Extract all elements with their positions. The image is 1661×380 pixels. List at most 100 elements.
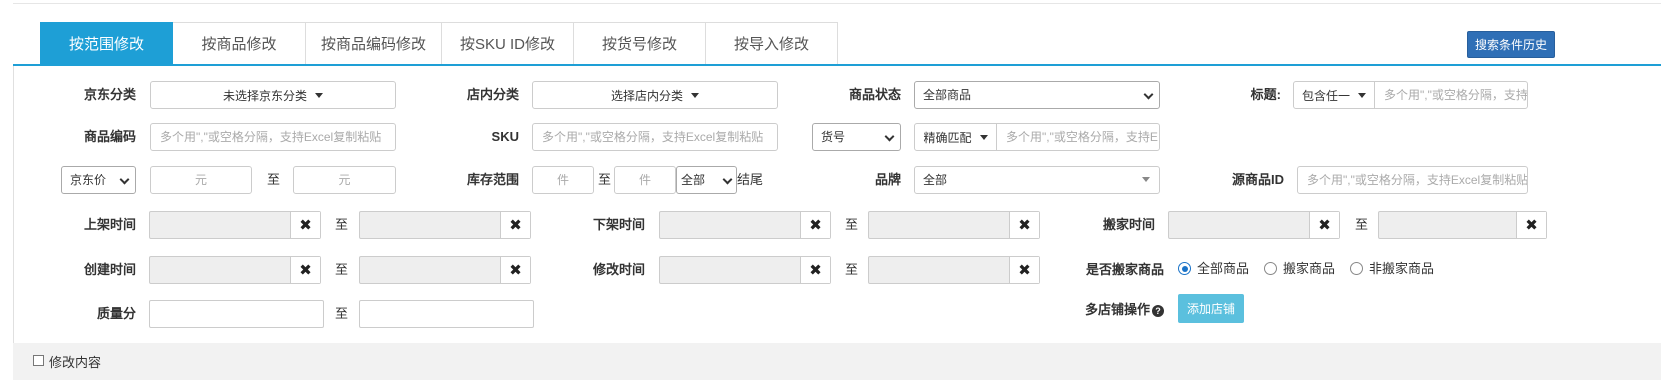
- tab-by-sku-id[interactable]: 按SKU ID修改: [442, 22, 574, 64]
- price-to-label: 至: [267, 172, 281, 187]
- caret-down-icon: [1358, 92, 1366, 98]
- created-time-to: 至: [335, 262, 349, 277]
- item-no-input[interactable]: 多个用","或空格分隔，支持E: [996, 123, 1160, 151]
- clear-icon[interactable]: ✖: [290, 257, 320, 283]
- delisted-time-label: 下架时间: [592, 217, 645, 232]
- brand-label: 品牌: [874, 172, 901, 187]
- chevron-down-icon: [119, 174, 130, 185]
- stock-range-label: 库存范围: [466, 172, 519, 187]
- radio-non-moved-products-label: 非搬家商品: [1369, 261, 1435, 276]
- title-label: 标题:: [1250, 87, 1281, 102]
- moved-time-end[interactable]: ✖: [1378, 211, 1547, 239]
- modified-time-start[interactable]: ✖: [659, 256, 831, 284]
- item-no-type-value: 货号: [821, 130, 846, 144]
- match-mode-dropdown[interactable]: 精确匹配: [914, 123, 997, 151]
- price-type-select[interactable]: 京东价: [61, 166, 136, 194]
- item-no-type-select[interactable]: 货号: [812, 123, 901, 151]
- title-input[interactable]: 多个用","或空格分隔，支持: [1374, 81, 1528, 109]
- created-time-label: 创建时间: [83, 262, 136, 277]
- caret-down-icon: [979, 134, 988, 140]
- tab-underline: [13, 64, 1661, 66]
- clear-icon[interactable]: ✖: [290, 212, 320, 238]
- clear-icon[interactable]: ✖: [1309, 212, 1339, 238]
- price-max-input[interactable]: 元: [293, 166, 396, 194]
- tab-by-range[interactable]: 按范围修改: [40, 22, 173, 64]
- jd-category-value: 未选择京东分类: [222, 88, 307, 103]
- moved-time-start[interactable]: ✖: [1168, 211, 1340, 239]
- delisted-time-start[interactable]: ✖: [659, 211, 831, 239]
- chevron-down-icon: [1143, 89, 1154, 100]
- listed-time-start[interactable]: ✖: [149, 211, 321, 239]
- modified-time-end[interactable]: ✖: [868, 256, 1040, 284]
- quality-min-input[interactable]: [149, 300, 324, 328]
- radio-moved-products[interactable]: [1264, 262, 1277, 275]
- stock-max-input[interactable]: 件: [614, 166, 676, 194]
- quality-score-label: 质量分: [96, 306, 136, 321]
- stock-tail-select[interactable]: 全部: [676, 166, 737, 194]
- radio-non-moved-products[interactable]: [1350, 262, 1363, 275]
- chevron-down-icon: [722, 174, 733, 185]
- radio-all-products[interactable]: [1178, 262, 1191, 275]
- modify-content-bar: 修改内容: [13, 343, 1661, 380]
- chevron-down-icon: [884, 131, 895, 142]
- tab-by-product-code[interactable]: 按商品编码修改: [306, 22, 442, 64]
- quality-max-input[interactable]: [359, 300, 534, 328]
- stock-to-label: 至: [598, 172, 612, 187]
- shop-category-value: 选择店内分类: [610, 88, 683, 103]
- delisted-time-to: 至: [845, 217, 859, 232]
- created-time-start[interactable]: ✖: [149, 256, 321, 284]
- radio-moved-products-label: 搬家商品: [1283, 261, 1336, 276]
- jd-category-label: 京东分类: [83, 87, 136, 102]
- search-history-button[interactable]: 搜索条件历史: [1467, 31, 1555, 58]
- clear-icon[interactable]: ✖: [500, 212, 530, 238]
- created-time-end[interactable]: ✖: [359, 256, 531, 284]
- clear-icon[interactable]: ✖: [500, 257, 530, 283]
- modify-content-checkbox[interactable]: [33, 355, 44, 366]
- brand-select[interactable]: 全部: [914, 166, 1160, 194]
- stock-tail-value: 全部: [681, 173, 706, 187]
- delisted-time-end[interactable]: ✖: [868, 211, 1040, 239]
- tab-by-import[interactable]: 按导入修改: [706, 22, 838, 64]
- listed-time-end[interactable]: ✖: [359, 211, 531, 239]
- clear-icon[interactable]: ✖: [800, 212, 830, 238]
- clear-icon[interactable]: ✖: [1516, 212, 1546, 238]
- triangle-down-icon: [1142, 177, 1150, 182]
- price-min-input[interactable]: 元: [150, 166, 252, 194]
- jd-category-dropdown[interactable]: 未选择京东分类: [150, 81, 396, 109]
- is-moved-label: 是否搬家商品: [1085, 262, 1164, 277]
- radio-all-products-label: 全部商品: [1197, 261, 1250, 276]
- help-icon[interactable]: ?: [1152, 304, 1164, 317]
- multi-shop-label: 多店铺操作?: [1040, 296, 1164, 324]
- add-shop-button[interactable]: 添加店铺: [1178, 294, 1244, 323]
- product-code-input[interactable]: 多个用","或空格分隔，支持Excel复制粘贴: [150, 123, 396, 151]
- product-status-value: 全部商品: [923, 88, 972, 102]
- product-code-label: 商品编码: [83, 129, 136, 144]
- modify-content-label: 修改内容: [49, 355, 102, 370]
- stock-tail-label: 结尾: [737, 172, 764, 187]
- sku-label: SKU: [491, 129, 519, 144]
- stock-min-input[interactable]: 件: [532, 166, 594, 194]
- title-mode-dropdown[interactable]: 包含任一: [1293, 81, 1375, 109]
- clear-icon[interactable]: ✖: [800, 257, 830, 283]
- modified-time-to: 至: [845, 262, 859, 277]
- clear-icon[interactable]: ✖: [1009, 212, 1039, 238]
- sku-input[interactable]: 多个用","或空格分隔，支持Excel复制粘贴: [532, 123, 778, 151]
- clear-icon[interactable]: ✖: [1009, 257, 1039, 283]
- shop-category-label: 店内分类: [466, 87, 519, 102]
- source-id-label: 源商品ID: [1231, 172, 1284, 187]
- quality-to-label: 至: [335, 306, 349, 321]
- panel-border: [13, 66, 14, 343]
- listed-time-to: 至: [335, 217, 349, 232]
- top-divider: [13, 3, 1661, 4]
- moved-time-label: 搬家时间: [1102, 217, 1155, 232]
- caret-down-icon: [315, 92, 323, 98]
- multi-shop-label-text: 多店铺操作: [1084, 302, 1150, 317]
- product-status-select[interactable]: 全部商品: [914, 81, 1160, 109]
- match-mode-value: 精确匹配: [923, 130, 972, 145]
- product-status-label: 商品状态: [848, 87, 901, 102]
- tab-by-product[interactable]: 按商品修改: [173, 22, 306, 64]
- caret-down-icon: [691, 92, 699, 98]
- tab-by-item-no[interactable]: 按货号修改: [574, 22, 706, 64]
- source-id-input[interactable]: 多个用","或空格分隔，支持Excel复制粘贴: [1297, 166, 1528, 194]
- shop-category-dropdown[interactable]: 选择店内分类: [532, 81, 778, 109]
